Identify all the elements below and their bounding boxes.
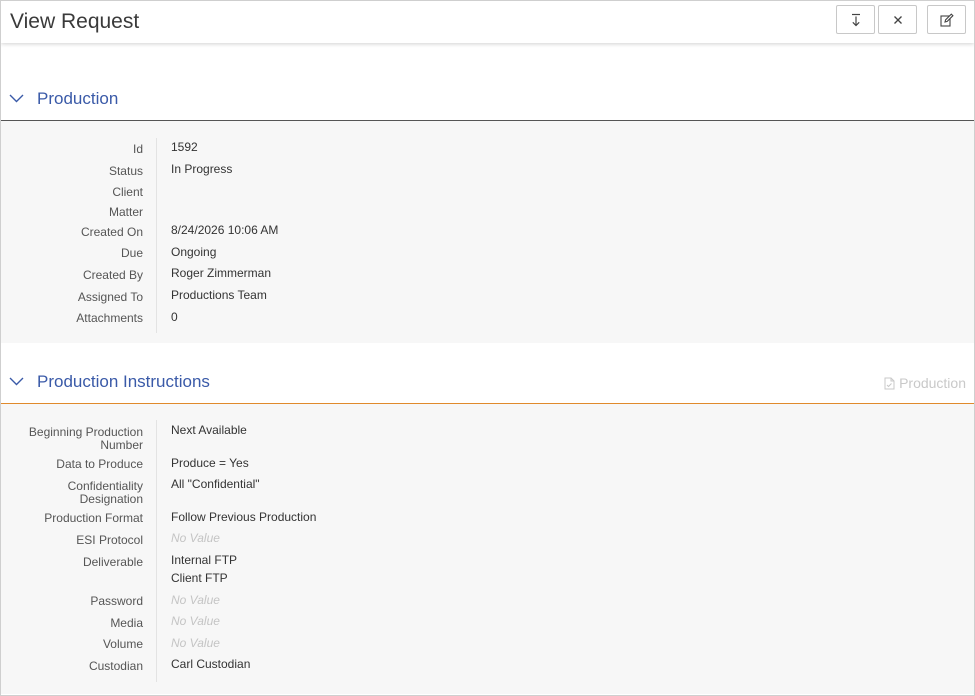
field-label: Media [110,616,143,630]
field-label: Client [112,185,143,199]
field-label: Id [132,142,143,156]
field-label: Confidentiality Designation [67,479,143,506]
field-label: Assigned To [77,290,143,304]
field-label: Data to Produce [56,457,143,471]
edit-icon [939,12,954,27]
instructions-details-panel: Beginning Production Number Next Availab… [1,404,974,694]
column-divider [156,420,157,682]
instructions-section-header[interactable]: Production Instructions Production [1,368,974,398]
field-value-due: Ongoing [171,245,217,259]
production-document-link[interactable]: Production [884,375,966,391]
edit-button[interactable] [927,5,966,34]
field-value-assigned-to: Productions Team [171,288,267,302]
field-value-esi-protocol: No Value [171,531,220,545]
field-value-volume: No Value [171,636,220,650]
field-label: Custodian [88,659,143,673]
field-label: Password [90,594,143,608]
field-value-deliverable-2: Client FTP [171,571,228,585]
chevron-down-icon[interactable] [9,94,24,103]
field-value-id: 1592 [171,140,198,154]
field-value-custodian: Carl Custodian [171,657,251,671]
field-label: Production Format [44,511,143,525]
download-icon [851,13,860,26]
section-title-production-instructions: Production Instructions [37,372,210,391]
field-label: Beginning Production Number [28,425,143,452]
page-title: View Request [10,10,140,33]
field-value-password: No Value [171,593,220,607]
field-value-attachments: 0 [171,310,178,324]
section-title-production: Production [37,89,119,108]
field-value-beginning-production-number: Next Available [171,423,247,437]
view-request-window: View Request Production Id 1592 Status I… [0,0,975,696]
close-button[interactable] [878,5,917,34]
field-value-production-format: Follow Previous Production [171,510,317,524]
production-details-panel: Id 1592 Status In Progress Client Matter… [1,121,974,343]
field-value-confidentiality-designation: All "Confidential" [171,477,260,491]
field-value-data-to-produce: Produce = Yes [171,456,249,470]
field-label: Created On [80,225,143,239]
close-icon [893,15,902,24]
download-button[interactable] [836,5,875,34]
chevron-down-icon[interactable] [9,377,24,386]
field-label: Due [120,246,143,260]
production-link-label: Production [899,375,966,391]
field-label: Created By [82,268,143,282]
field-label: ESI Protocol [76,533,143,547]
production-section-header[interactable]: Production [1,85,974,115]
document-icon [884,377,895,389]
field-label: Attachments [76,311,143,325]
field-value-created-on: 8/24/2026 10:06 AM [171,223,279,237]
field-value-status: In Progress [171,162,233,176]
field-label: Matter [108,205,143,219]
field-label: Volume [102,637,143,651]
field-value-deliverable-1: Internal FTP [171,553,238,567]
field-label: Deliverable [82,555,143,569]
field-value-created-by: Roger Zimmerman [171,266,272,280]
header-bar: View Request [1,1,974,43]
column-divider [156,138,157,333]
field-label: Status [108,164,143,178]
field-value-media: No Value [171,614,220,628]
